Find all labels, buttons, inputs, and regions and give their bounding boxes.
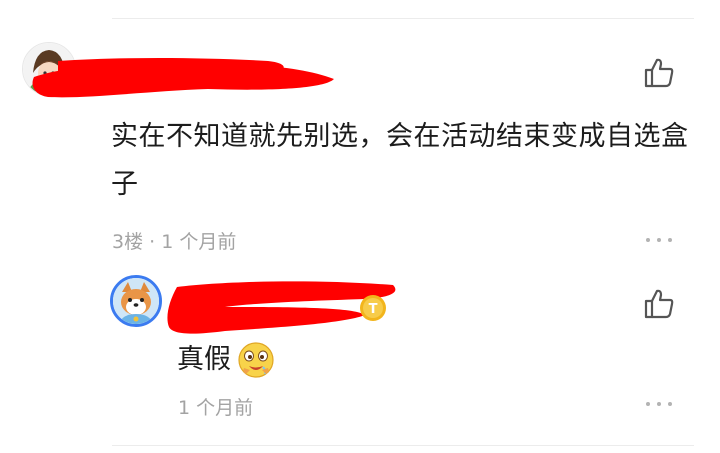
comment-time: 1 个月前 [161,231,237,253]
drooling-face-emoji-icon [238,342,274,378]
bottom-divider [112,445,694,446]
floor-number: 3楼 [112,231,144,253]
reply-text: 真假 [177,344,231,375]
badge-text: T [369,302,378,317]
thumbs-up-icon[interactable] [642,56,676,90]
shiba-dog-avatar-icon [113,278,159,324]
reply-time: 1 个月前 [178,397,254,419]
level-badge-icon: T [360,295,386,321]
redacted-username [32,58,334,98]
more-dots-icon[interactable] [646,400,672,408]
comment-text: 实在不知道就先别选，会在活动结束变成自选盒子 [111,121,689,200]
comment-thread: 实在不知道就先别选，会在活动结束变成自选盒子 3楼 · 1 个月前 T 真假 1… [0,0,720,453]
comment-meta: 3楼 · 1 个月前 [112,227,236,254]
meta-separator: · [143,231,162,253]
thumbs-up-icon[interactable] [642,287,676,321]
more-dots-icon[interactable] [646,236,672,244]
top-divider [112,18,694,19]
reply-avatar[interactable] [110,275,162,327]
